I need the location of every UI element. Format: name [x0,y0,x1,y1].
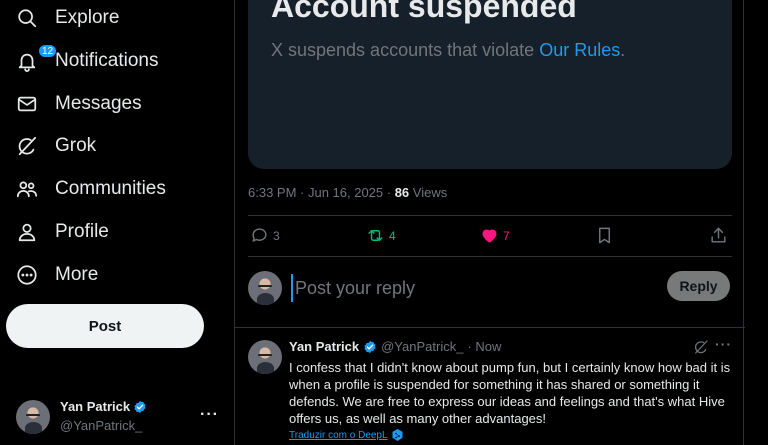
sidebar-item-label: Profile [55,221,109,242]
reply-button[interactable]: Reply [667,271,730,301]
like-action-button[interactable]: 7 [480,226,510,245]
person-icon [16,221,38,243]
communities-icon [16,178,38,200]
post-timestamp: 6:33 PM · Jun 16, 2025 · 86 Views [248,185,448,200]
avatar[interactable] [248,340,282,374]
search-icon [16,7,38,29]
suspended-description: X suspends accounts that violate Our Rul… [271,40,626,60]
divider [248,256,732,257]
heart-filled-icon [482,229,497,243]
avatar [16,400,50,434]
reply-composer: Reply [248,270,732,310]
sidebar-item-label: Communities [55,178,166,199]
account-more-icon[interactable]: ··· [200,406,219,424]
sidebar-item-label: Notifications [55,50,159,71]
sidebar: Explore 12 Notifications Messages Grok C… [0,0,234,445]
verified-badge-icon [364,340,376,353]
sidebar-item-grok[interactable]: Grok [0,126,110,166]
bookmark-icon [599,227,610,244]
sidebar-item-communities[interactable]: Communities [0,169,175,209]
account-handle: @YanPatrick_ [60,418,143,433]
grok-icon [16,135,38,157]
sidebar-item-notifications[interactable]: 12 Notifications [0,41,170,81]
deepl-icon [392,429,403,441]
grok-icon[interactable] [693,339,709,355]
share-icon [711,227,726,243]
account-switcher[interactable]: Yan Patrick @YanPatrick_ ··· [16,398,226,438]
author-name[interactable]: Yan Patrick [289,339,359,354]
more-circle-icon [16,264,38,286]
suspended-title: Account suspended [271,0,577,24]
suspended-notice-card: Account suspended X suspends accounts th… [248,0,732,169]
main-column: Account suspended X suspends accounts th… [234,0,745,445]
author-handle[interactable]: @YanPatrick_ [381,339,463,354]
sidebar-item-label: Grok [55,135,97,156]
bell-icon: 12 [16,44,58,72]
translate-deepl-link[interactable]: Traduzir com o DeepL [289,429,403,441]
sidebar-item-messages[interactable]: Messages [0,84,150,124]
sidebar-item-more[interactable]: More [0,255,115,295]
reply-input[interactable] [291,274,651,302]
account-name: Yan Patrick [60,399,147,414]
sidebar-item-label: Explore [55,7,120,28]
views-count: 86 [394,185,410,200]
reply-post[interactable]: Yan Patrick @YanPatrick_ · Now ··· I con… [235,328,745,445]
more-options-icon[interactable]: ··· [715,336,732,352]
reply-post-text: I confess that I didn't know about pump … [289,360,731,426]
post-button[interactable]: Post [6,304,204,348]
bookmark-action-button[interactable] [595,226,614,245]
post-time: · Now [467,339,502,354]
our-rules-link[interactable]: Our Rules [539,40,620,60]
repost-icon [368,230,383,241]
avatar [248,271,282,305]
sidebar-item-label: More [55,264,99,285]
envelope-icon [16,93,38,115]
share-action-button[interactable] [709,226,728,245]
repost-action-button[interactable]: 4 [366,226,396,245]
reply-action-button[interactable]: 3 [250,226,280,245]
post-actions-bar: 3 4 7 [248,216,732,256]
sidebar-item-label: Messages [55,93,142,114]
verified-badge-icon [134,400,146,413]
reply-post-header: Yan Patrick @YanPatrick_ · Now [289,339,501,354]
sidebar-item-profile[interactable]: Profile [0,212,125,252]
reply-icon [252,228,267,242]
sidebar-item-explore[interactable]: Explore [0,0,130,38]
